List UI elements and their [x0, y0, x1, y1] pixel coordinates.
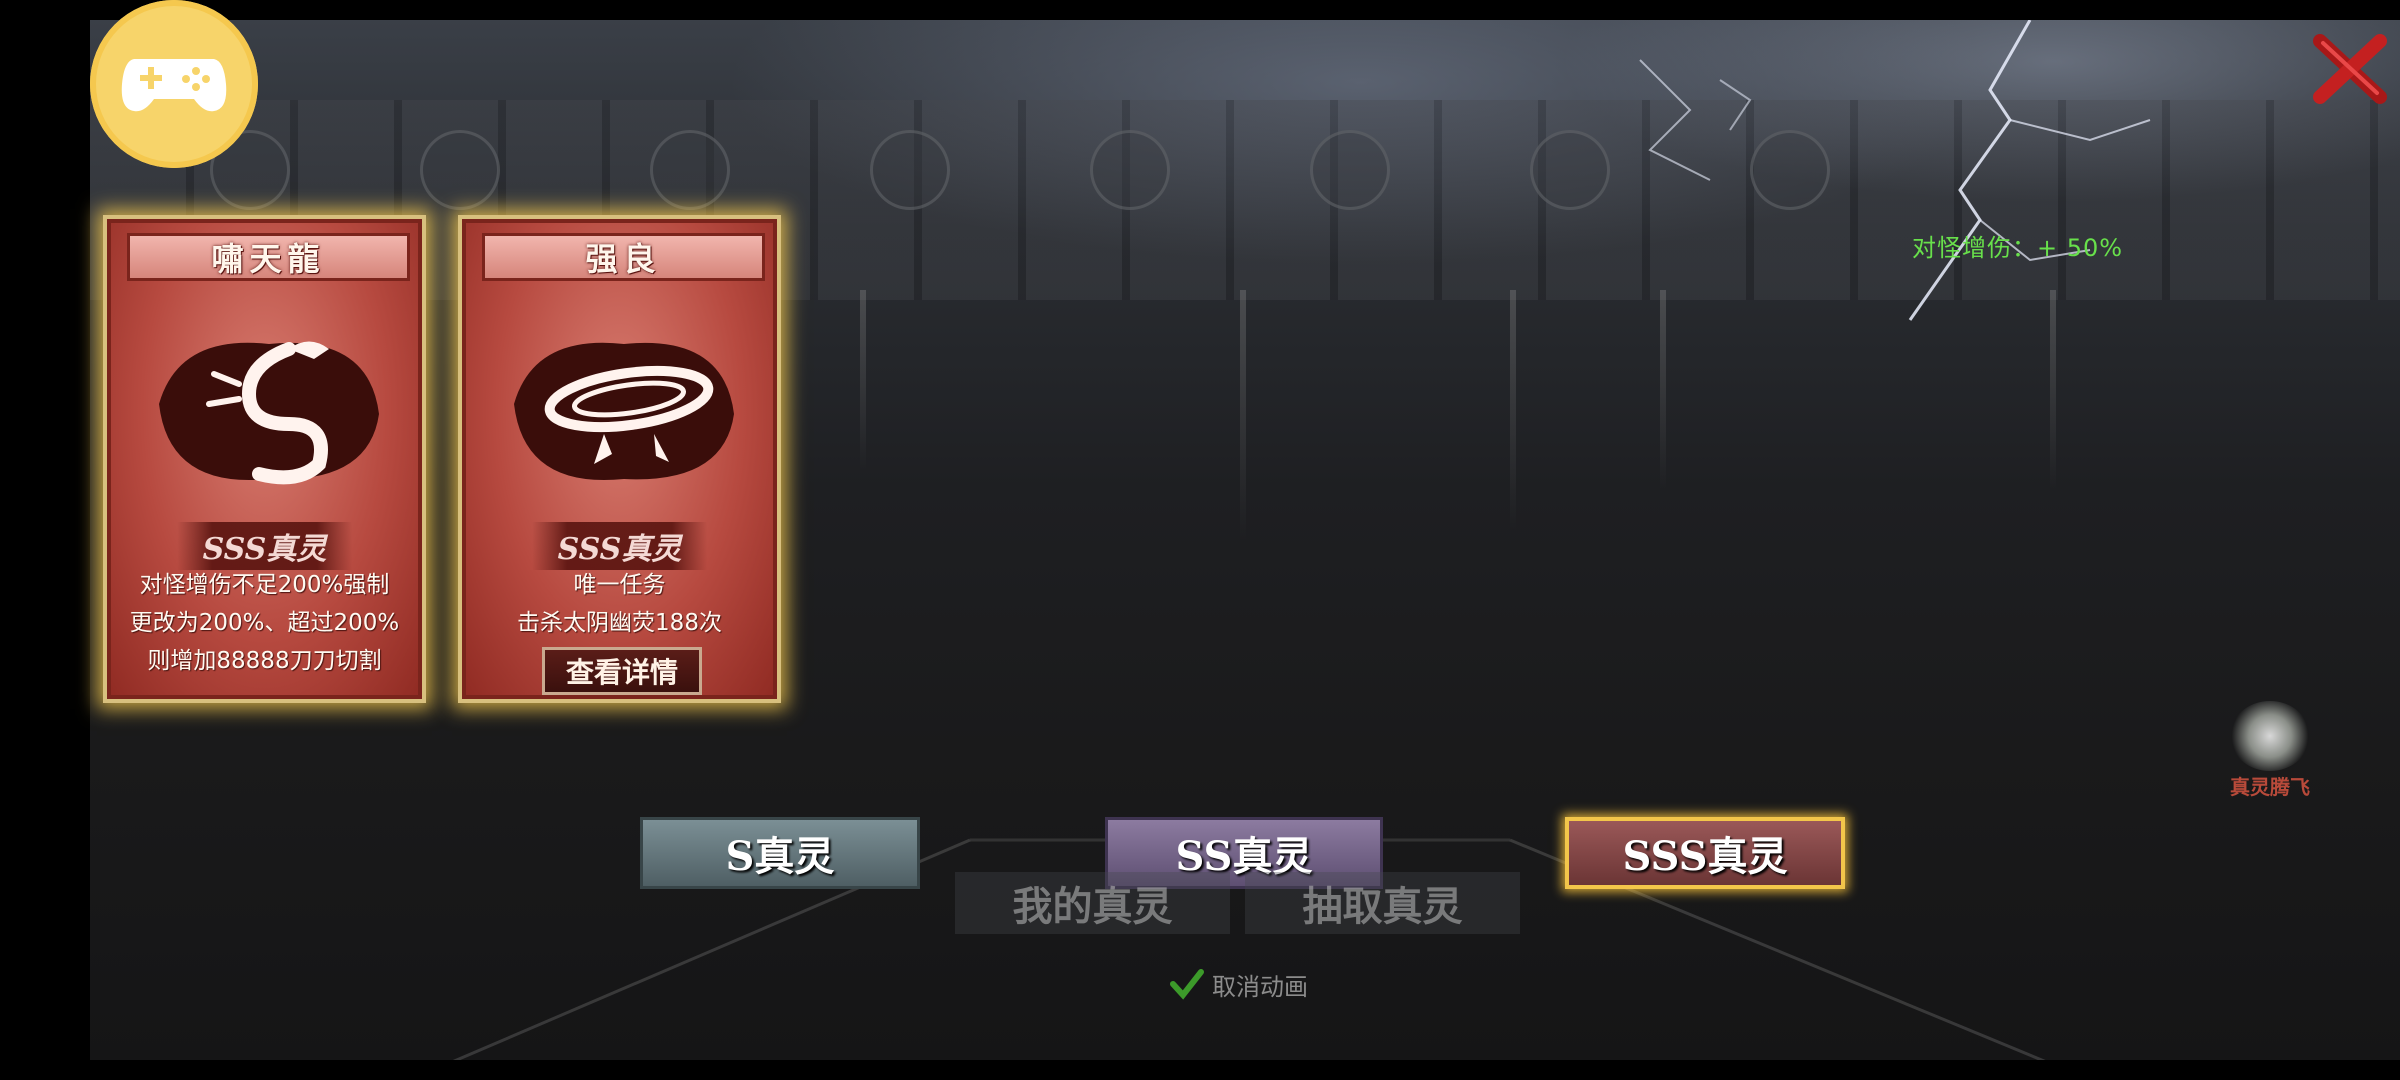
wall-medallion: [1310, 130, 1390, 210]
close-button[interactable]: [2300, 24, 2400, 114]
spirit-ascension-entry[interactable]: 真灵腾飞: [2210, 680, 2330, 800]
monster-damage-buff-text: 对怪增伤：+ 50%: [1912, 234, 2124, 262]
rank-badge: SSS真灵: [531, 522, 708, 570]
description-line: 对怪增伤不足200%强制: [139, 572, 390, 598]
whirlwind-icon: [513, 342, 734, 481]
card-description: 对怪增伤不足200%强制 更改为200%、超过200% 则增加88888刀刀切割: [107, 566, 422, 680]
skip-animation-checkbox[interactable]: 取消动画: [1170, 966, 1308, 1002]
spirit-card[interactable]: 强良 SSS真灵 唯一任务 击杀太阴幽荧188次 查看详情: [458, 215, 781, 703]
draw-spirits-button[interactable]: 抽取真灵: [1245, 872, 1520, 934]
spirit-card[interactable]: 嘯天龍 SSS真灵 对怪增伤不足200%强制 更改为200%、超过200% 则增…: [103, 215, 426, 703]
card-title: 嘯天龍: [127, 233, 410, 281]
wall-medallion: [870, 130, 950, 210]
card-description: 唯一任务 击杀太阴幽荧188次: [462, 566, 777, 642]
wall-medallion: [1090, 130, 1170, 210]
card-emblem: [127, 299, 410, 509]
skip-animation-label: 取消动画: [1212, 972, 1308, 1001]
description-line: 则增加88888刀刀切割: [147, 648, 382, 674]
view-details-button[interactable]: 查看详情: [542, 647, 702, 695]
tab-sss-grade[interactable]: SSS真灵: [1565, 817, 1845, 889]
rank-badge: SSS真灵: [176, 522, 353, 570]
checkmark-icon: [1170, 969, 1204, 1000]
gamepad-icon: [121, 59, 227, 112]
card-emblem: [482, 299, 765, 509]
lotus-icon: [2230, 701, 2310, 771]
spirit-ascension-label: 真灵腾飞: [2230, 775, 2310, 799]
lightning-bolts: [1639, 20, 2151, 321]
wall-medallion: [420, 130, 500, 210]
description-line: 击杀太阴幽荧188次: [517, 610, 722, 636]
wall-medallion: [650, 130, 730, 210]
wall-drip: [860, 290, 866, 470]
wall-drip: [1240, 290, 1246, 540]
description-line: 更改为200%、超过200%: [129, 610, 400, 636]
card-title: 强良: [482, 233, 765, 281]
dragon-icon: [158, 341, 379, 485]
close-x-icon: [2313, 34, 2387, 104]
my-spirits-button[interactable]: 我的真灵: [955, 872, 1230, 934]
tab-s-grade[interactable]: S真灵: [640, 817, 920, 889]
game-center-app-icon[interactable]: [90, 0, 258, 168]
description-line: 唯一任务: [573, 572, 666, 598]
